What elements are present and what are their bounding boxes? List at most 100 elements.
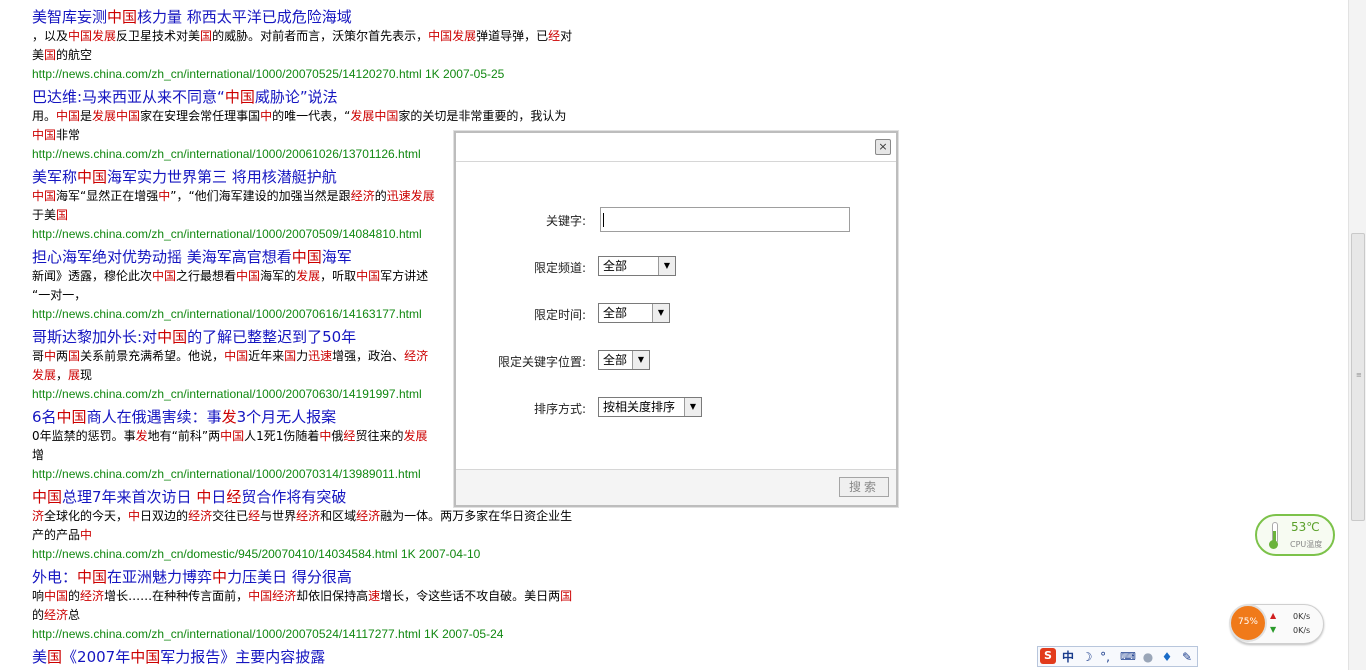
cpu-temperature-label: CPU温度 <box>1290 540 1323 549</box>
highlight-term: 经济 <box>44 608 69 622</box>
vertical-scrollbar[interactable]: ≡ <box>1348 0 1366 670</box>
result-title-link[interactable]: 美国《2007年中国军力报告》主要内容披露 <box>32 648 632 666</box>
text-segment: 家的关切是非常重要的，我认为 <box>398 109 567 123</box>
text-segment: 力 <box>296 349 309 363</box>
text-segment: 哥斯达黎加外长:对 <box>32 328 158 346</box>
time-row: 限定时间: 全部 ▼ <box>456 303 896 327</box>
text-segment: 新闻》透露，穆伦此次 <box>32 269 153 283</box>
highlight-term: 中国 <box>130 648 161 666</box>
highlight-term: 中国 <box>220 429 245 443</box>
text-segment: 融为一体。两万多家在华日资企业生 <box>380 509 573 523</box>
highlight-term: 中 <box>158 189 171 203</box>
text-segment: 关系前景充满希望。他说， <box>80 349 225 363</box>
text-segment: 美智库妄测 <box>32 8 108 26</box>
result-url[interactable]: http://news.china.com/zh_cn/internationa… <box>32 66 632 82</box>
highlight-term: 中国 <box>157 328 188 346</box>
snippet-line: 的经济总 <box>32 606 632 625</box>
text-segment: 增长……在种种传言面前， <box>104 589 249 603</box>
highlight-term: 中 <box>196 488 212 506</box>
text-segment: 海军“显然正在增强 <box>56 189 159 203</box>
sort-select[interactable]: 按相关度排序 ▼ <box>598 397 702 417</box>
channel-select[interactable]: 全部 ▼ <box>598 256 676 276</box>
result-title-link[interactable]: 美智库妄测中国核力量 称西太平洋已成危险海域 <box>32 8 632 26</box>
snippet-line: ，以及中国发展反卫星技术对美国的威胁。对前者而言，沃策尔首先表示，中国发展弹道导… <box>32 27 632 46</box>
text-segment: 响 <box>32 589 45 603</box>
chevron-down-icon: ▼ <box>658 257 675 275</box>
result-url[interactable]: http://news.china.com/zh_cn/domestic/945… <box>32 546 632 562</box>
highlight-term: 经济 <box>404 349 429 363</box>
result-item: 外电：中国在亚洲魅力博弈中力压美日 得分很高 响中国的经济增长……在种种传言面前，… <box>32 568 632 642</box>
highlight-term: 中 <box>44 349 57 363</box>
search-button[interactable]: 搜索 <box>839 477 889 497</box>
time-select-value: 全部 <box>603 306 628 320</box>
close-icon[interactable]: × <box>875 139 891 155</box>
highlight-term: 中国 <box>77 168 108 186</box>
highlight-term: 国 <box>56 208 69 222</box>
position-select-value: 全部 <box>603 353 628 367</box>
text-segment: 和区域 <box>320 509 357 523</box>
highlight-term: 速 <box>368 589 381 603</box>
snippet-line: 产的产品中 <box>32 526 632 545</box>
highlight-term: 经 <box>248 509 261 523</box>
moon-icon[interactable]: ☽ <box>1079 648 1095 666</box>
time-select[interactable]: 全部 ▼ <box>598 303 670 323</box>
keyboard-icon[interactable]: ⌨ <box>1119 648 1137 666</box>
channel-row: 限定频道: 全部 ▼ <box>456 256 896 280</box>
user-icon[interactable]: ● <box>1140 648 1156 666</box>
highlight-term: 发 <box>221 408 237 426</box>
highlight-term: 发展 <box>403 429 428 443</box>
text-segment: 6名 <box>32 408 57 426</box>
text-segment: 核力量 称西太平洋已成危险海域 <box>137 8 352 26</box>
sogou-logo-icon[interactable]: S <box>1040 648 1056 664</box>
channel-select-value: 全部 <box>603 259 628 273</box>
highlight-term: 中国 <box>224 349 249 363</box>
text-segment: 是 <box>80 109 93 123</box>
snippet-line: 美国的航空 <box>32 46 632 65</box>
highlight-term: 中国 <box>291 248 322 266</box>
text-segment: 海军 <box>321 248 352 266</box>
highlight-term: 中国 <box>77 568 108 586</box>
keyword-row: 关键字: <box>456 207 896 233</box>
text-segment: 0年监禁的惩罚。事 <box>32 429 136 443</box>
snippet-line: 用。中国是发展中国家在安理会常任理事国中的唯一代表，“发展中国家的关切是非常重要… <box>32 107 632 126</box>
highlight-term: 迅速发展 <box>386 189 435 203</box>
highlight-term: 经济 <box>80 589 105 603</box>
highlight-term: 经济 <box>188 509 213 523</box>
result-title-link[interactable]: 巴达维:马来西亚从来不同意“中国威胁论”说法 <box>32 88 632 106</box>
text-segment: 日双边的 <box>140 509 189 523</box>
keyword-input[interactable] <box>600 207 850 232</box>
cpu-temperature-widget[interactable]: 53℃ CPU温度 <box>1255 514 1335 556</box>
text-segment: 俄 <box>331 429 344 443</box>
highlight-term: 中国 <box>224 88 255 106</box>
text-segment: 增 <box>32 448 45 462</box>
text-segment: 反卫星技术对美 <box>116 29 201 43</box>
highlight-term: 发展 <box>32 368 57 382</box>
highlight-term: 国 <box>44 48 57 62</box>
text-segment: 贸往来的 <box>355 429 404 443</box>
network-speed-widget[interactable]: 75% ▲ ▼ 0K/s 0K/s <box>1229 604 1324 644</box>
text-segment: 于美 <box>32 208 57 222</box>
text-segment: 在亚洲魅力博弈 <box>107 568 213 586</box>
position-select[interactable]: 全部 ▼ <box>598 350 650 370</box>
highlight-term: 中 <box>319 429 332 443</box>
text-segment: 商人在俄遇害续：事 <box>86 408 222 426</box>
channel-label: 限定频道: <box>533 261 586 275</box>
punctuation-icon[interactable]: °, <box>1097 648 1113 666</box>
text-segment: 的了解已整整迟到了50年 <box>187 328 357 346</box>
scrollbar-thumb[interactable]: ≡ <box>1351 233 1365 521</box>
result-title-link[interactable]: 外电：中国在亚洲魅力博弈中力压美日 得分很高 <box>32 568 632 586</box>
text-segment: 非常 <box>56 128 81 142</box>
highlight-term: 中国 <box>356 269 381 283</box>
position-row: 限定关键字位置: 全部 ▼ <box>456 350 896 374</box>
highlight-term: 展 <box>68 368 81 382</box>
wrench-icon[interactable]: ✎ <box>1179 648 1195 666</box>
text-segment: 美 <box>32 48 45 62</box>
ime-language-toggle[interactable]: 中 <box>1059 648 1077 666</box>
result-url[interactable]: http://news.china.com/zh_cn/internationa… <box>32 626 632 642</box>
skin-shirt-icon[interactable]: ♦ <box>1159 648 1175 666</box>
text-segment: 3个月无人报案 <box>236 408 337 426</box>
dialog-header: × <box>456 133 896 162</box>
text-segment: 用。 <box>32 109 57 123</box>
text-segment: 总 <box>68 608 81 622</box>
highlight-term: 济 <box>32 509 45 523</box>
